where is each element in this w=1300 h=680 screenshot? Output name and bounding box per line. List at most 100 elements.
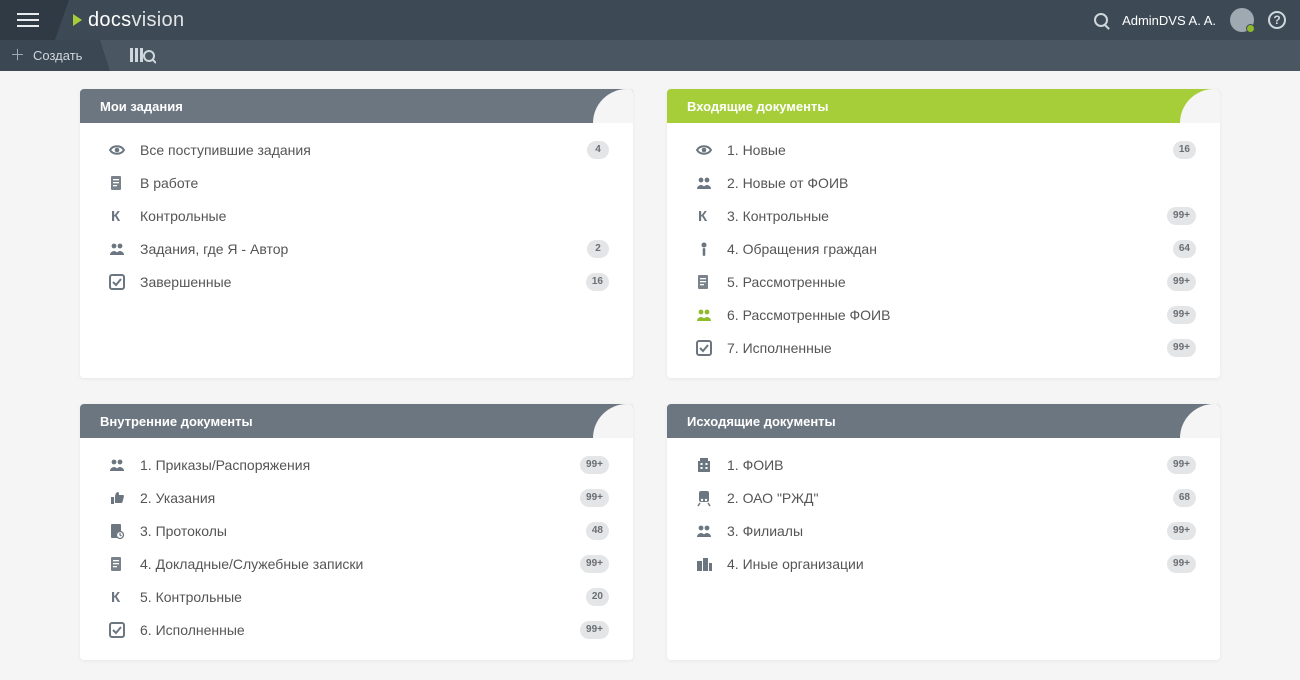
list-item-label: Все поступившие задания [134,142,587,158]
list-item-label: 5. Контрольные [134,589,586,605]
doc-edit-icon [687,273,721,291]
logo-text-left: docs [88,9,131,32]
list-item[interactable]: 2. ОАО "РЖД"68 [687,481,1200,514]
card-body: 1. Приказы/Распоряжения99+2. Указания99+… [80,438,633,660]
logo-chevron-icon [73,14,82,26]
count-badge: 99+ [580,555,609,573]
count-badge: 99+ [1167,273,1196,291]
list-item[interactable]: 3. Протоколы48 [100,514,613,547]
menu-button[interactable] [0,0,55,40]
create-button[interactable]: ＋ Создать [0,40,100,71]
list-item-label: 1. Приказы/Распоряжения [134,457,580,473]
list-item[interactable]: 1. Новые16 [687,133,1200,166]
eye-icon [100,141,134,159]
card: Внутренние документы 1. Приказы/Распоряже… [80,404,633,660]
card-header[interactable]: Входящие документы [667,89,1220,123]
k-icon [100,207,134,225]
list-item[interactable]: 5. Контрольные20 [100,580,613,613]
plus-icon: ＋ [10,48,25,63]
list-item[interactable]: 2. Указания99+ [100,481,613,514]
building-icon [687,456,721,474]
doc-edit-icon [100,174,134,192]
search-icon[interactable] [1094,13,1108,27]
list-item-label: 7. Исполненные [721,340,1167,356]
count-badge: 99+ [1167,456,1196,474]
count-badge: 99+ [580,621,609,639]
card-header[interactable]: Мои задания [80,89,633,123]
people-icon [687,522,721,540]
count-badge: 99+ [1167,306,1196,324]
check-icon [100,621,134,639]
card: Исходящие документы 1. ФОИВ99+2. ОАО "РЖД… [667,404,1220,660]
count-badge: 48 [586,522,609,540]
list-item[interactable]: 3. Контрольные99+ [687,199,1200,232]
list-item[interactable]: 7. Исполненные99+ [687,331,1200,364]
doc-edit-icon [100,555,134,573]
people-icon [100,240,134,258]
list-item-label: 5. Рассмотренные [721,274,1167,290]
count-badge: 64 [1173,240,1196,258]
list-item-label: 4. Обращения граждан [721,241,1173,257]
k-icon [687,207,721,225]
train-icon [687,489,721,507]
count-badge: 99+ [1167,207,1196,225]
list-item[interactable]: Все поступившие задания4 [100,133,613,166]
count-badge: 4 [587,141,609,159]
list-item-label: 4. Иные организации [721,556,1167,572]
list-item[interactable]: 6. Исполненные99+ [100,613,613,646]
city-icon [687,555,721,573]
list-item[interactable]: 3. Филиалы99+ [687,514,1200,547]
list-item[interactable]: В работе [100,166,613,199]
check-icon [100,273,134,291]
card-title: Входящие документы [687,99,828,114]
library-search-icon [130,47,156,65]
card-title: Мои задания [100,99,183,114]
list-item-label: 3. Протоколы [134,523,586,539]
thumb-icon [100,489,134,507]
list-item[interactable]: Контрольные [100,199,613,232]
card-header[interactable]: Исходящие документы [667,404,1220,438]
list-item[interactable]: 1. ФОИВ99+ [687,448,1200,481]
list-item[interactable]: 6. Рассмотренные ФОИВ99+ [687,298,1200,331]
count-badge: 16 [586,273,609,291]
list-item[interactable]: 4. Обращения граждан64 [687,232,1200,265]
count-badge: 16 [1173,141,1196,159]
count-badge: 99+ [1167,522,1196,540]
card-body: 1. ФОИВ99+2. ОАО "РЖД"683. Филиалы99+4. … [667,438,1220,594]
library-search-button[interactable] [130,46,156,66]
count-badge: 99+ [580,456,609,474]
logo-text-right: vision [131,9,184,32]
create-label: Создать [33,48,82,63]
count-badge: 99+ [580,489,609,507]
topbar-right: AdminDVS A. A. ? [1094,8,1300,32]
card-header[interactable]: Внутренние документы [80,404,633,438]
dashboard: Мои задания Все поступившие задания4 В раб… [0,71,1300,680]
list-item-label: 6. Исполненные [134,622,580,638]
list-item[interactable]: Задания, где Я - Автор2 [100,232,613,265]
count-badge: 2 [587,240,609,258]
list-item-label: 2. Указания [134,490,580,506]
card: Входящие документы 1. Новые162. Новые от … [667,89,1220,378]
logo[interactable]: docsvision [73,9,184,32]
card-body: 1. Новые162. Новые от ФОИВ3. Контрольные… [667,123,1220,378]
list-item[interactable]: Завершенные16 [100,265,613,298]
list-item-label: 6. Рассмотренные ФОИВ [721,307,1167,323]
list-item[interactable]: 1. Приказы/Распоряжения99+ [100,448,613,481]
count-badge: 99+ [1167,555,1196,573]
person-icon [687,240,721,258]
list-item-label: 4. Докладные/Служебные записки [134,556,580,572]
people-icon [687,306,721,324]
help-icon[interactable]: ? [1268,11,1286,29]
card-body: Все поступившие задания4 В работе Контроль… [80,123,633,312]
list-item-label: Задания, где Я - Автор [134,241,587,257]
eye-icon [687,141,721,159]
list-item[interactable]: 4. Докладные/Служебные записки99+ [100,547,613,580]
list-item[interactable]: 4. Иные организации99+ [687,547,1200,580]
card: Мои задания Все поступившие задания4 В раб… [80,89,633,378]
list-item-label: В работе [134,175,613,191]
user-name[interactable]: AdminDVS A. A. [1122,13,1216,28]
avatar[interactable] [1230,8,1254,32]
people-icon [687,174,721,192]
list-item[interactable]: 5. Рассмотренные99+ [687,265,1200,298]
list-item[interactable]: 2. Новые от ФОИВ [687,166,1200,199]
